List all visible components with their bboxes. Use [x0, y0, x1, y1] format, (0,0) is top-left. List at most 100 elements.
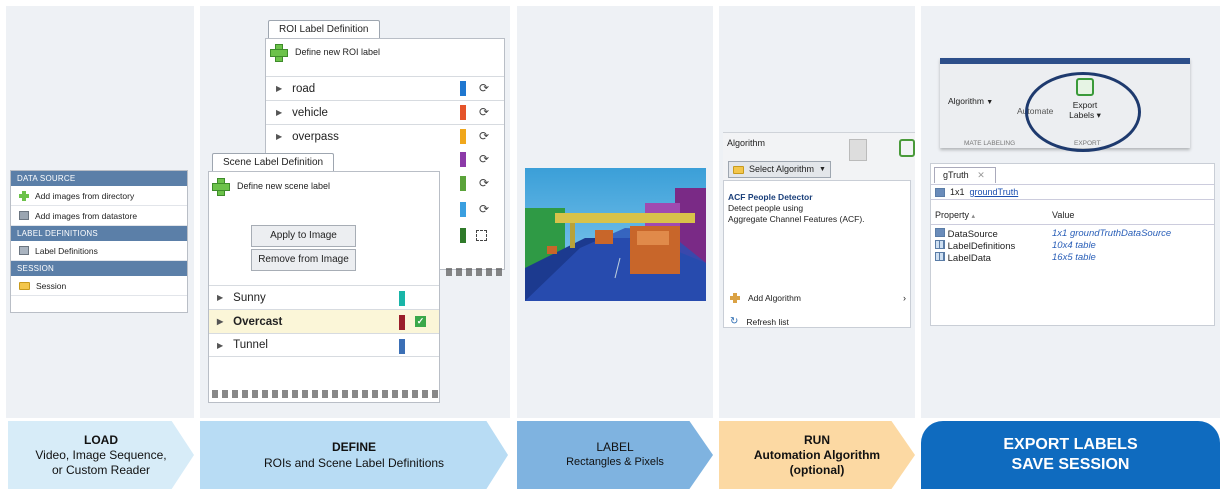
object-size: 1x1 — [950, 186, 965, 197]
close-icon[interactable]: ✕ — [977, 170, 985, 180]
add-icon — [730, 293, 740, 303]
select-algorithm-button[interactable]: Select Algorithm ▼ — [728, 161, 831, 178]
roi-label-row[interactable]: ▶ overpass ⟳ — [266, 124, 504, 148]
add-images-directory-item[interactable]: Add images from directory — [11, 186, 187, 206]
item-label: Refresh list — [746, 316, 789, 327]
expand-icon: ▶ — [276, 108, 283, 117]
checkbox-checked[interactable]: ✓ — [415, 316, 426, 327]
dropdown-label: Algorithm — [948, 96, 984, 106]
roi-label-name: road — [292, 82, 316, 95]
property-name: LabelData — [947, 253, 991, 264]
apply-to-image-button[interactable]: Apply to Image — [251, 225, 356, 247]
button-label: Define new ROI label — [295, 47, 381, 57]
item-label: Session — [36, 280, 67, 291]
algorithm-dropdown[interactable]: Algorithm ▼ — [948, 96, 993, 106]
color-swatch — [399, 315, 405, 330]
remove-from-image-button[interactable]: Remove from Image — [251, 249, 356, 271]
color-swatch — [460, 129, 466, 144]
item-label: Add Algorithm — [748, 293, 801, 303]
algorithm-gear-icon — [849, 139, 867, 161]
add-algorithm-item[interactable]: Add Algorithm › — [730, 293, 910, 303]
roi-label-row[interactable]: ⟳ — [440, 198, 504, 222]
property-row[interactable]: LabelData 16x5 table — [935, 252, 1210, 264]
expand-icon: ▶ — [217, 317, 224, 326]
property-row[interactable]: LabelDefinitions 10x4 table — [935, 240, 1210, 252]
step-subtitle: Automation Algorithm — [753, 447, 881, 462]
detector-description: Detect people using — [728, 203, 804, 213]
export-toolstrip: Algorithm ▼ Automate Export Labels ▾ MAT… — [940, 58, 1190, 152]
roi-label-row[interactable]: ⟳ — [440, 148, 504, 172]
scene-label-row[interactable]: ▶ Tunnel — [209, 333, 439, 357]
section-header-label-definitions: LABEL DEFINITIONS — [11, 226, 187, 241]
color-swatch — [399, 291, 405, 306]
torn-edge — [446, 268, 504, 276]
table-icon — [935, 252, 945, 261]
step-load: LOAD Video, Image Sequence, or Custom Re… — [8, 421, 194, 489]
value-column-header[interactable]: Value — [1052, 210, 1074, 220]
expand-icon: ▶ — [276, 132, 283, 141]
link-icon: ⟳ — [479, 176, 490, 190]
step-export: EXPORT LABELS SAVE SESSION — [921, 421, 1220, 489]
header-label: Property — [935, 210, 970, 220]
tab-gtruth[interactable]: gTruth ✕ — [934, 167, 996, 183]
step-title: RUN — [804, 432, 830, 447]
scene-label-name: Overcast — [233, 315, 283, 328]
define-new-scene-label-button[interactable]: Define new scene label — [211, 177, 331, 196]
step-subtitle: Rectangles & Pixels — [566, 456, 664, 468]
sort-icon: ▴ — [971, 213, 976, 220]
expand-icon: ▶ — [217, 340, 224, 350]
datastore-icon — [19, 211, 29, 220]
object-class-link[interactable]: groundTruth — [970, 185, 1019, 200]
color-swatch — [460, 228, 466, 243]
step-title: LABEL — [596, 440, 634, 454]
button-label: Define new scene label — [237, 181, 331, 191]
link-icon: ⟳ — [479, 81, 490, 95]
color-swatch — [460, 81, 466, 96]
link-icon: ⟳ — [479, 129, 490, 143]
scene-label-name: Sunny — [233, 291, 266, 304]
property-column-header[interactable]: Property ▴ — [935, 210, 975, 220]
roi-label-row[interactable]: ▶ road ⟳ — [266, 76, 504, 100]
step-run: RUN Automation Algorithm (optional) — [719, 421, 915, 489]
table-icon — [935, 240, 945, 249]
property-name: LabelDefinitions — [947, 241, 1016, 252]
step-subtitle: (optional) — [789, 462, 845, 477]
add-images-datastore-item[interactable]: Add images from datastore — [11, 206, 187, 226]
session-item[interactable]: Session — [11, 276, 187, 296]
roi-label-row[interactable] — [440, 224, 504, 248]
label-definitions-item[interactable]: Label Definitions — [11, 241, 187, 261]
scene-label-row-selected[interactable]: ▶ Overcast ✓ — [209, 309, 439, 333]
add-icon — [19, 190, 29, 201]
object-icon — [935, 228, 945, 237]
step-subtitle: SAVE SESSION — [1011, 456, 1130, 473]
scene-label-row[interactable]: ▶ Sunny — [209, 285, 439, 309]
acf-people-detector-item[interactable]: ACF People Detector Detect people using … — [728, 192, 910, 225]
property-value: 1x1 groundTruthDataSource — [1052, 228, 1172, 239]
folder-icon — [19, 281, 30, 290]
step-title: EXPORT LABELS — [1003, 436, 1138, 453]
refresh-list-item[interactable]: ↻ Refresh list — [730, 316, 789, 327]
dropdown-arrow-icon: ▼ — [819, 166, 826, 173]
torn-edge — [212, 390, 438, 398]
load-sidebar: DATA SOURCE Add images from directory Ad… — [10, 170, 188, 313]
scene-label-name: Tunnel — [233, 339, 268, 351]
item-label: Add images from datastore — [35, 210, 138, 221]
link-icon: ⟳ — [479, 105, 490, 119]
define-new-roi-label-button[interactable]: Define new ROI label — [269, 43, 381, 62]
color-swatch — [460, 176, 466, 191]
labeled-road-image[interactable] — [525, 168, 706, 301]
property-row[interactable]: DataSource 1x1 groundTruthDataSource — [935, 228, 1210, 240]
step-title: LOAD — [84, 432, 118, 447]
roi-label-name: vehicle — [292, 106, 328, 119]
button-label: Select Algorithm — [749, 164, 815, 174]
roi-label-row[interactable]: ⟳ — [440, 172, 504, 196]
tab-scene-label-definition[interactable]: Scene Label Definition — [212, 153, 335, 171]
highlight-ellipse — [1025, 72, 1141, 152]
step-define: DEFINE ROIs and Scene Label Definitions — [200, 421, 508, 489]
roi-label-row[interactable]: ▶ vehicle ⟳ — [266, 100, 504, 124]
detector-title: ACF People Detector — [728, 192, 813, 202]
step-subtitle: or Custom Reader — [51, 462, 151, 477]
tab-roi-label-definition[interactable]: ROI Label Definition — [268, 20, 380, 38]
link-icon: ⟳ — [479, 152, 490, 166]
refresh-icon: ↻ — [730, 316, 739, 327]
